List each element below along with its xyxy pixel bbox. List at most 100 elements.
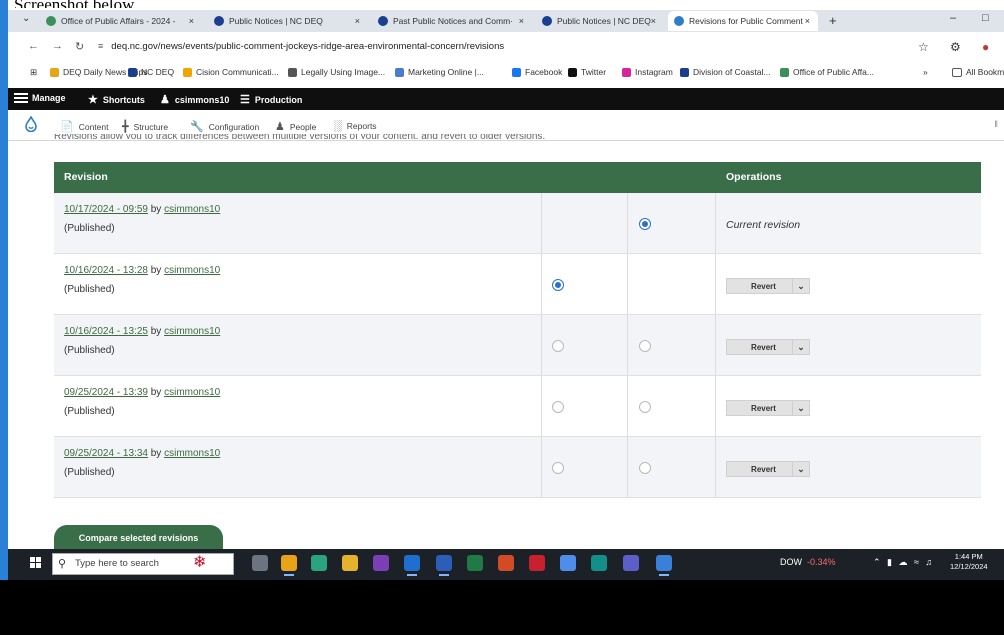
bookmarks-overflow-icon[interactable]: » (923, 67, 928, 77)
compare-right-radio[interactable] (639, 340, 651, 352)
back-icon[interactable]: ← (28, 40, 39, 52)
chevron-down-icon[interactable]: ⌄ (792, 340, 809, 354)
compare-revisions-button[interactable]: Compare selected revisions (54, 525, 223, 551)
tab-close-icon[interactable]: × (519, 16, 524, 26)
maximize-icon[interactable]: □ (982, 12, 989, 24)
clock-time: 1:44 PM (954, 552, 983, 561)
sharepoint-icon[interactable] (591, 555, 607, 571)
revision-date-link[interactable]: 10/17/2024 - 09:59 (64, 204, 148, 215)
outlook-icon[interactable] (404, 555, 420, 576)
powerpoint-icon[interactable] (498, 555, 514, 571)
system-tray-icons[interactable]: ⌃ ▮ ☁ ≈ ♫ (873, 557, 934, 568)
collapse-tray-icon[interactable]: ‖ (994, 119, 998, 129)
tab-close-icon[interactable]: × (355, 16, 360, 26)
edge-icon[interactable] (311, 555, 327, 571)
compare-left-radio[interactable] (552, 462, 564, 474)
new-tab-button[interactable]: + (829, 13, 837, 28)
excel-icon[interactable] (467, 555, 483, 571)
bookmark-item[interactable]: Cision Communicati... (183, 67, 279, 77)
revert-button-label[interactable]: Revert (727, 465, 792, 474)
bookmark-item[interactable]: Twitter (568, 67, 606, 77)
revision-date-link[interactable]: 10/16/2024 - 13:28 (64, 265, 148, 276)
onenote-icon[interactable] (373, 555, 389, 571)
compare-right-radio[interactable] (639, 401, 651, 413)
app-switch-icon[interactable] (656, 555, 672, 576)
bookmark-item[interactable]: Office of Public Affa... (780, 67, 874, 77)
bookmark-item[interactable]: Marketing Online |... (395, 67, 484, 77)
holiday-decoration-icon[interactable]: ❄ (193, 552, 206, 572)
minimize-icon[interactable]: – (950, 12, 956, 24)
environment-toolbar-item[interactable]: ☰ Production (240, 93, 302, 106)
bookmark-item[interactable]: NC DEQ (128, 67, 174, 77)
manage-menu-people[interactable]: ♟ People (275, 120, 316, 133)
revision-author-link[interactable]: csimmons10 (164, 204, 220, 215)
taskbar-search-input[interactable]: ⚲ Type here to search (52, 553, 234, 575)
reload-icon[interactable]: ↻ (75, 40, 84, 53)
forward-icon[interactable]: → (52, 40, 63, 52)
revision-author-link[interactable]: csimmons10 (164, 448, 220, 459)
manage-menu-configuration[interactable]: 🔧 Configuration (190, 120, 259, 133)
chrome-alt-icon[interactable] (560, 555, 576, 571)
chevron-down-icon[interactable]: ⌄ (792, 279, 809, 293)
file-explorer-icon[interactable] (342, 555, 358, 571)
compare-right-radio[interactable] (639, 218, 651, 230)
revision-author-link[interactable]: csimmons10 (164, 387, 220, 398)
revision-date-link[interactable]: 10/16/2024 - 13:25 (64, 326, 148, 337)
user-toolbar-item[interactable]: ♟ csimmons10 (160, 93, 229, 106)
compare-left-radio[interactable] (552, 340, 564, 352)
revision-status: (Published) (64, 284, 115, 295)
revision-date-link[interactable]: 09/25/2024 - 13:39 (64, 387, 148, 398)
tab-close-icon[interactable]: × (805, 16, 810, 26)
site-info-icon[interactable]: ≡ (98, 41, 103, 51)
manage-toolbar-item[interactable]: Manage (14, 93, 66, 103)
revert-button-label[interactable]: Revert (727, 282, 792, 291)
shortcuts-label: Shortcuts (102, 94, 145, 105)
shortcuts-toolbar-item[interactable]: ★ Shortcuts (88, 93, 145, 106)
compare-right-radio[interactable] (639, 462, 651, 474)
stock-ticker-widget[interactable]: DOW -0.34% (780, 557, 836, 567)
apps-grid-icon[interactable]: ⊞ (30, 67, 37, 78)
bookmark-item[interactable]: Facebook (512, 67, 562, 77)
profile-avatar-icon[interactable]: ● (982, 40, 989, 54)
task-view-icon[interactable] (252, 555, 268, 571)
bookmark-item[interactable]: Instagram (622, 67, 673, 77)
revision-author-link[interactable]: csimmons10 (164, 326, 220, 337)
manage-menu-reports[interactable]: ░ Reports (334, 120, 377, 132)
address-bar[interactable]: ≡ deq.nc.gov/news/events/public-comment-j… (98, 36, 898, 56)
chevron-down-icon[interactable]: ⌄ (792, 462, 809, 476)
revision-author-link[interactable]: csimmons10 (164, 265, 220, 276)
all-bookmarks-link[interactable]: All Bookm (952, 67, 1004, 77)
drupal-logo-icon[interactable] (25, 116, 37, 132)
bookmark-item[interactable]: Division of Coastal... (680, 67, 770, 77)
taskbar-clock[interactable]: 1:44 PM 12/12/2024 (950, 552, 988, 572)
tab-close-icon[interactable]: × (651, 16, 656, 26)
extensions-icon[interactable]: ⚙ (950, 40, 961, 54)
bookmark-favicon-icon (568, 67, 577, 77)
chrome-icon[interactable] (281, 555, 297, 576)
bookmark-star-icon[interactable]: ☆ (918, 40, 929, 54)
browser-tab[interactable]: Public Notices | NC DEQ × (208, 11, 368, 31)
revert-dropbutton[interactable]: Revert ⌄ (726, 339, 810, 355)
windows-start-icon[interactable] (30, 557, 42, 569)
chevron-down-icon[interactable]: ⌄ (792, 401, 809, 415)
tab-close-icon[interactable]: × (189, 16, 194, 26)
browser-tab[interactable]: Revisions for Public Comment × (668, 11, 818, 31)
manage-menu-content[interactable]: 📄 Content (60, 120, 108, 133)
bookmark-item[interactable]: Legally Using Image... (288, 67, 385, 77)
revision-date-link[interactable]: 09/25/2024 - 13:34 (64, 448, 148, 459)
browser-tab[interactable]: Public Notices | NC DEQ × (536, 11, 664, 31)
compare-left-radio[interactable] (552, 279, 564, 291)
revert-dropbutton[interactable]: Revert ⌄ (726, 278, 810, 294)
revert-dropbutton[interactable]: Revert ⌄ (726, 461, 810, 477)
compare-left-radio[interactable] (552, 401, 564, 413)
browser-tab[interactable]: Office of Public Affairs - 2024 - × (40, 11, 202, 31)
teams-icon[interactable] (623, 555, 639, 571)
tab-search-icon[interactable]: ⌄ (22, 13, 30, 24)
word-icon[interactable] (436, 555, 452, 576)
revert-button-label[interactable]: Revert (727, 343, 792, 352)
manage-menu-structure[interactable]: ╋ Structure (122, 120, 168, 133)
revert-dropbutton[interactable]: Revert ⌄ (726, 400, 810, 416)
acrobat-icon[interactable] (529, 555, 545, 571)
revert-button-label[interactable]: Revert (727, 404, 792, 413)
browser-tab[interactable]: Past Public Notices and Comm· × (372, 11, 532, 31)
